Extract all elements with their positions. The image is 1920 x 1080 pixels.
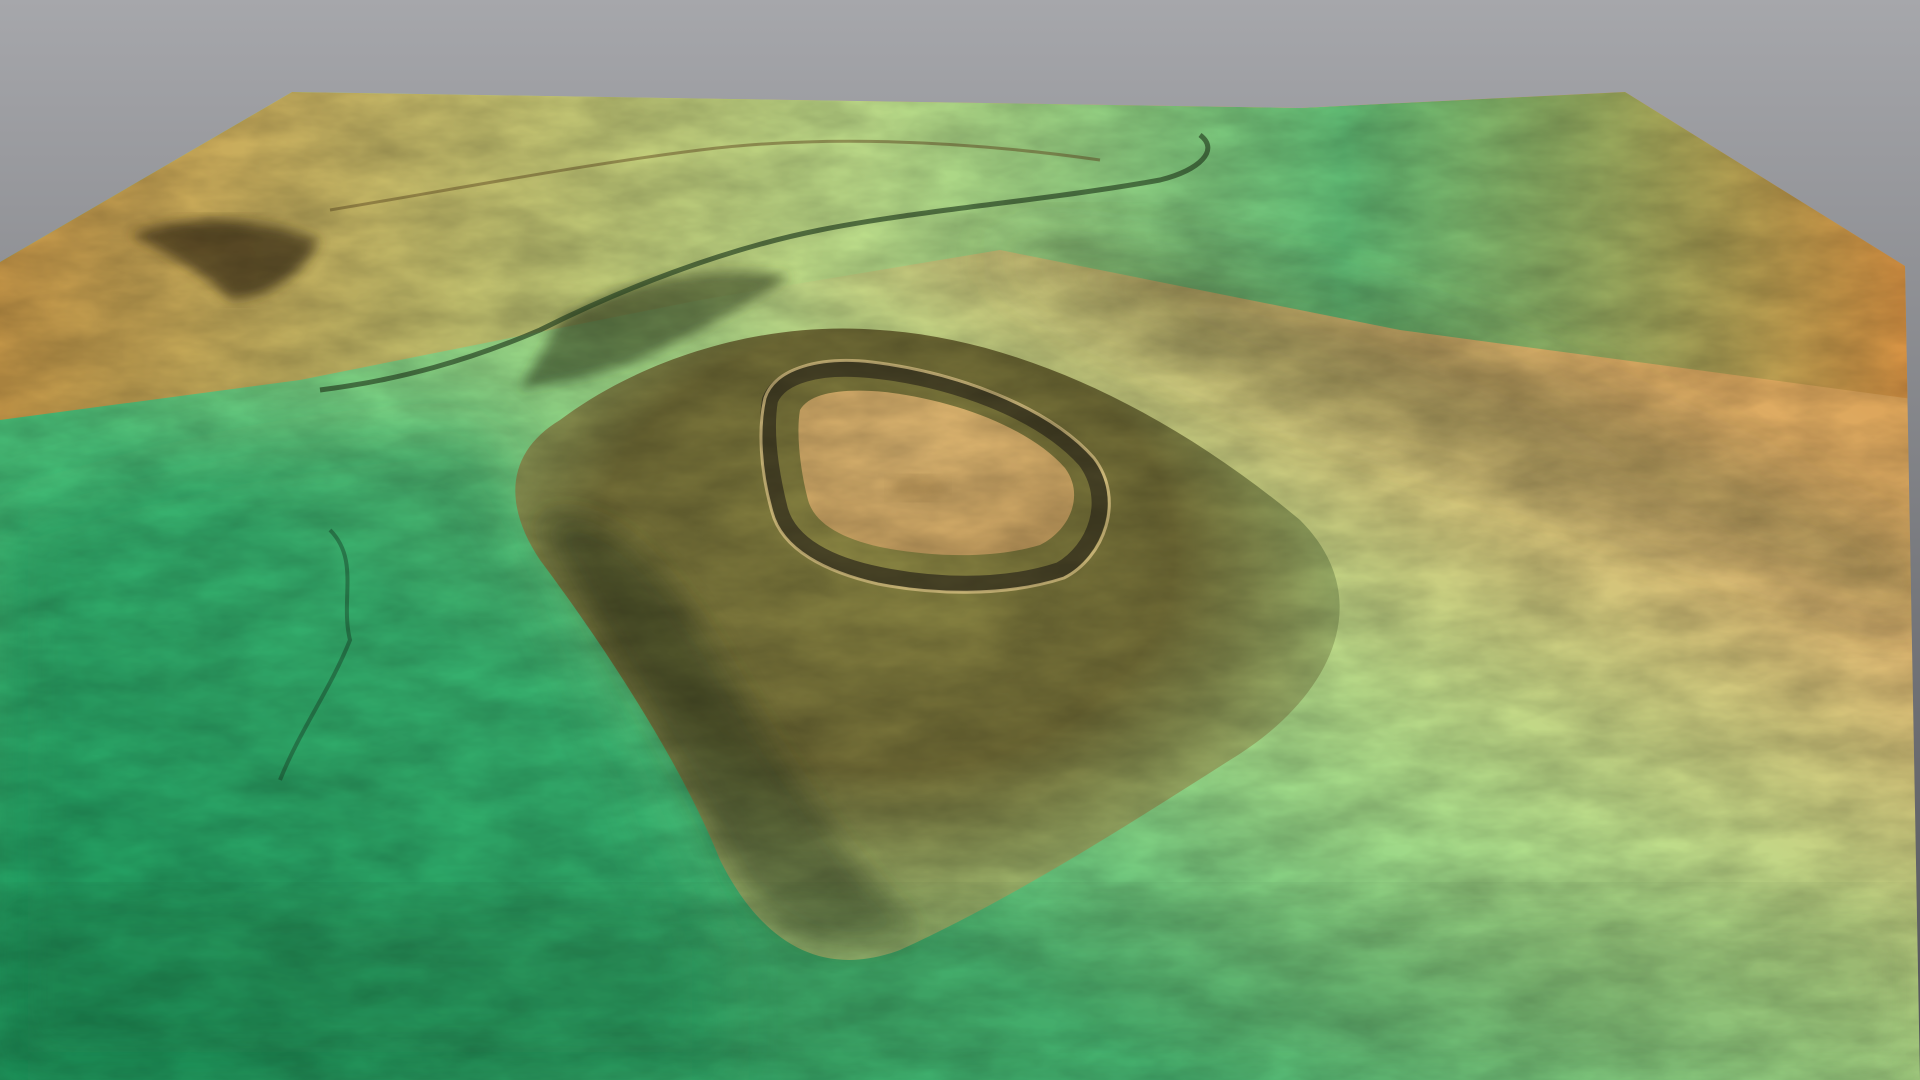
terrain-render	[0, 0, 1920, 1080]
terrain-surface	[0, 92, 1920, 1080]
terrain-viewport[interactable]	[0, 0, 1920, 1080]
foreground-darken	[0, 900, 1920, 1080]
